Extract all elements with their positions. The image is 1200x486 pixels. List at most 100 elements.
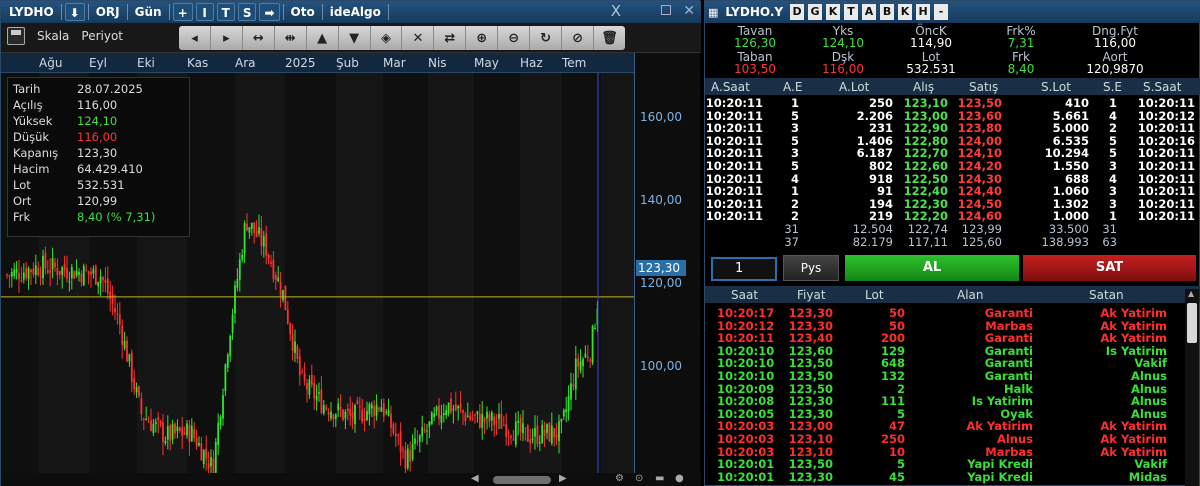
col-a-saat[interactable]: A.Saat	[711, 80, 750, 94]
circle-icon[interactable]: ●	[675, 473, 684, 484]
trade-row[interactable]: 10:20:03 123,10 10 Marbas Ak Yatirim	[705, 445, 1183, 459]
depth-row[interactable]: 10:20:11 3 6.187 122,70 124,10 10.294 5 10:20:1…	[705, 147, 1200, 161]
expand-icon[interactable]: ↔	[243, 26, 275, 50]
quote-value: 124,10	[822, 36, 864, 50]
depth-row[interactable]: 10:20:11 5 1.406 122,80 124,00 6.535 5 10:20:16	[705, 134, 1200, 148]
col-lot[interactable]: Lot	[865, 288, 884, 302]
shrink-icon[interactable]: ⇹	[275, 26, 307, 50]
sell-button[interactable]: SAT	[1023, 255, 1196, 281]
i-button[interactable]: I	[195, 3, 214, 21]
depth-row[interactable]: 10:20:11 1 250 123,10 123,50 410 1 10:20:11	[705, 97, 1200, 110]
info-key: Frk	[13, 210, 31, 224]
tab-a[interactable]: A	[862, 4, 877, 20]
col-a-lot[interactable]: A.Lot	[839, 80, 869, 94]
close-icon[interactable]: ✕	[683, 3, 695, 19]
arrow-up-icon[interactable]: ▲	[307, 26, 339, 50]
col-saat[interactable]: Saat	[731, 288, 758, 302]
col-satis[interactable]: Satış	[969, 80, 998, 94]
trade-row[interactable]: 10:20:10 123,50 132 Garanti Alnus	[705, 370, 1183, 383]
arrow-left-icon[interactable]: ◂	[179, 26, 211, 50]
tab-k2[interactable]: K	[898, 4, 913, 20]
trade-row[interactable]: 10:20:17 123,30 50 Garanti Ak Yatirim	[705, 307, 1183, 320]
t-button[interactable]: T	[216, 3, 235, 21]
scroll-right-icon[interactable]: ▶	[559, 473, 567, 484]
depth-row[interactable]: 10:20:11 3 231 122,90 123,80 5.000 2 10:20:11	[705, 122, 1200, 136]
depth-row[interactable]: 10:20:11 4 918 122,50 124,30 688 4 10:20:11	[705, 172, 1200, 186]
cross-icon[interactable]: ✕	[402, 26, 435, 50]
maximize-icon[interactable]	[661, 5, 671, 15]
candle-body	[80, 273, 83, 283]
depth-row[interactable]: 10:20:11 5 2.206 123,00 123,60 5.661 4 10:20:12	[705, 109, 1200, 123]
tab-k[interactable]: K	[826, 4, 841, 20]
horizontal-scrollbar[interactable]: ◀ ▶ ⚙ ⊙ ▬ ●	[1, 473, 701, 486]
buy-button[interactable]: AL	[845, 255, 1019, 281]
pys-button[interactable]: Pys	[783, 255, 839, 281]
depth-row[interactable]: 10:20:11 5 802 122,60 124,20 1.550 3 10:20:11	[705, 160, 1200, 173]
col-a-e[interactable]: A.E	[783, 80, 802, 94]
col-satan[interactable]: Satan	[1089, 288, 1124, 302]
arrow-down-icon[interactable]: ▼	[339, 26, 371, 50]
col-fiyat[interactable]: Fiyat	[797, 288, 826, 302]
trade-cell: 250	[880, 432, 905, 446]
oto-button[interactable]: Oto	[287, 3, 319, 21]
trade-row[interactable]: 10:20:01 123,50 5 Yapi Kredi Vakif	[705, 458, 1183, 471]
depth-row[interactable]: 10:20:11 2 219 122,20 124,60 1.000 1 10:20:11	[705, 210, 1200, 224]
candle-body	[296, 346, 299, 359]
save-icon[interactable]	[7, 27, 25, 45]
tab-g[interactable]: G	[808, 4, 823, 20]
tab-t[interactable]: T	[844, 4, 859, 20]
trade-row[interactable]: 10:20:03 123,10 250 Alnus Ak Yatirim	[705, 433, 1183, 446]
separator	[60, 4, 62, 20]
plus-button[interactable]: +	[172, 3, 193, 21]
col-s-saat[interactable]: S.Saat	[1143, 80, 1181, 94]
quantity-input[interactable]: 1	[711, 257, 777, 281]
trade-row[interactable]: 10:20:10 123,60 129 Garanti Is Yatirim	[705, 345, 1183, 358]
period-button[interactable]: Gün	[131, 3, 166, 21]
period-menu[interactable]: Periyot	[81, 29, 123, 43]
arrow-right-icon[interactable]: ➡	[259, 3, 280, 21]
refresh-icon[interactable]: ↻	[530, 26, 563, 50]
idealgo-button[interactable]: ideAlgo	[326, 3, 385, 21]
trash-icon[interactable]: 🗑	[594, 26, 625, 50]
col-s-e[interactable]: S.E	[1103, 80, 1122, 94]
zoom-in-icon[interactable]: ⊕	[466, 26, 499, 50]
scroll-thumb[interactable]	[1187, 303, 1197, 343]
gear-icon[interactable]: ⚙	[615, 473, 624, 484]
col-alis[interactable]: Alış	[913, 80, 934, 94]
download-icon[interactable]: ⬇	[64, 3, 85, 21]
orj-button[interactable]: ORJ	[92, 3, 124, 21]
tab-h[interactable]: H	[916, 4, 931, 20]
depth-row[interactable]: 10:20:11 2 194 122,30 124,50 1.302 3 10:20:11	[705, 197, 1200, 211]
scroll-thumb[interactable]	[493, 476, 551, 484]
trade-row[interactable]: 10:20:01 123,30 45 Yapi Kredi Midas	[705, 471, 1183, 484]
minus-icon[interactable]: ▬	[655, 473, 664, 484]
trade-row[interactable]: 10:20:09 123,50 2 Halk Alnus	[705, 382, 1183, 396]
col-alan[interactable]: Alan	[957, 288, 984, 302]
arrow-right-icon[interactable]: ▸	[211, 26, 243, 50]
diamond-icon[interactable]: ◈	[371, 26, 403, 50]
block-icon[interactable]: ⊘	[562, 26, 594, 50]
collapse-icon[interactable]: ▦	[708, 6, 718, 19]
month-label: Eyl	[89, 56, 108, 70]
depth-row[interactable]: 10:20:11 1 91 122,40 124,40 1.060 3 10:20:11	[705, 185, 1200, 199]
candle-body	[30, 269, 32, 273]
search-icon[interactable]: ⊙	[635, 473, 643, 484]
tab-b[interactable]: B	[880, 4, 895, 20]
trade-row[interactable]: 10:20:11 123,40 200 Garanti Ak Yatirim	[705, 332, 1183, 345]
candle-body	[361, 409, 364, 422]
tab-dash[interactable]: -	[934, 4, 949, 20]
vertical-scrollbar[interactable]: ▲	[1185, 289, 1199, 486]
scroll-up-icon[interactable]: ▲	[1188, 289, 1194, 298]
col-s-lot[interactable]: S.Lot	[1041, 80, 1071, 94]
depth-symbol[interactable]: LYDHO.Y	[722, 3, 786, 21]
tab-d[interactable]: D	[790, 4, 805, 20]
trade-row[interactable]: 10:20:08 123,30 111 Is Yatirim Alnus	[705, 395, 1183, 408]
s-button[interactable]: S	[237, 3, 257, 21]
zoom-out-icon[interactable]: ⊖	[498, 26, 531, 50]
swap-icon[interactable]: ⇄	[434, 26, 467, 50]
trade-row[interactable]: 10:20:10 123,50 648 Garanti Vakif	[705, 357, 1183, 370]
symbol-label[interactable]: LYDHO	[5, 3, 58, 21]
scale-menu[interactable]: Skala	[37, 29, 69, 43]
scroll-left-icon[interactable]: ◀	[471, 473, 479, 484]
close-x-icon[interactable]: X	[611, 2, 621, 20]
